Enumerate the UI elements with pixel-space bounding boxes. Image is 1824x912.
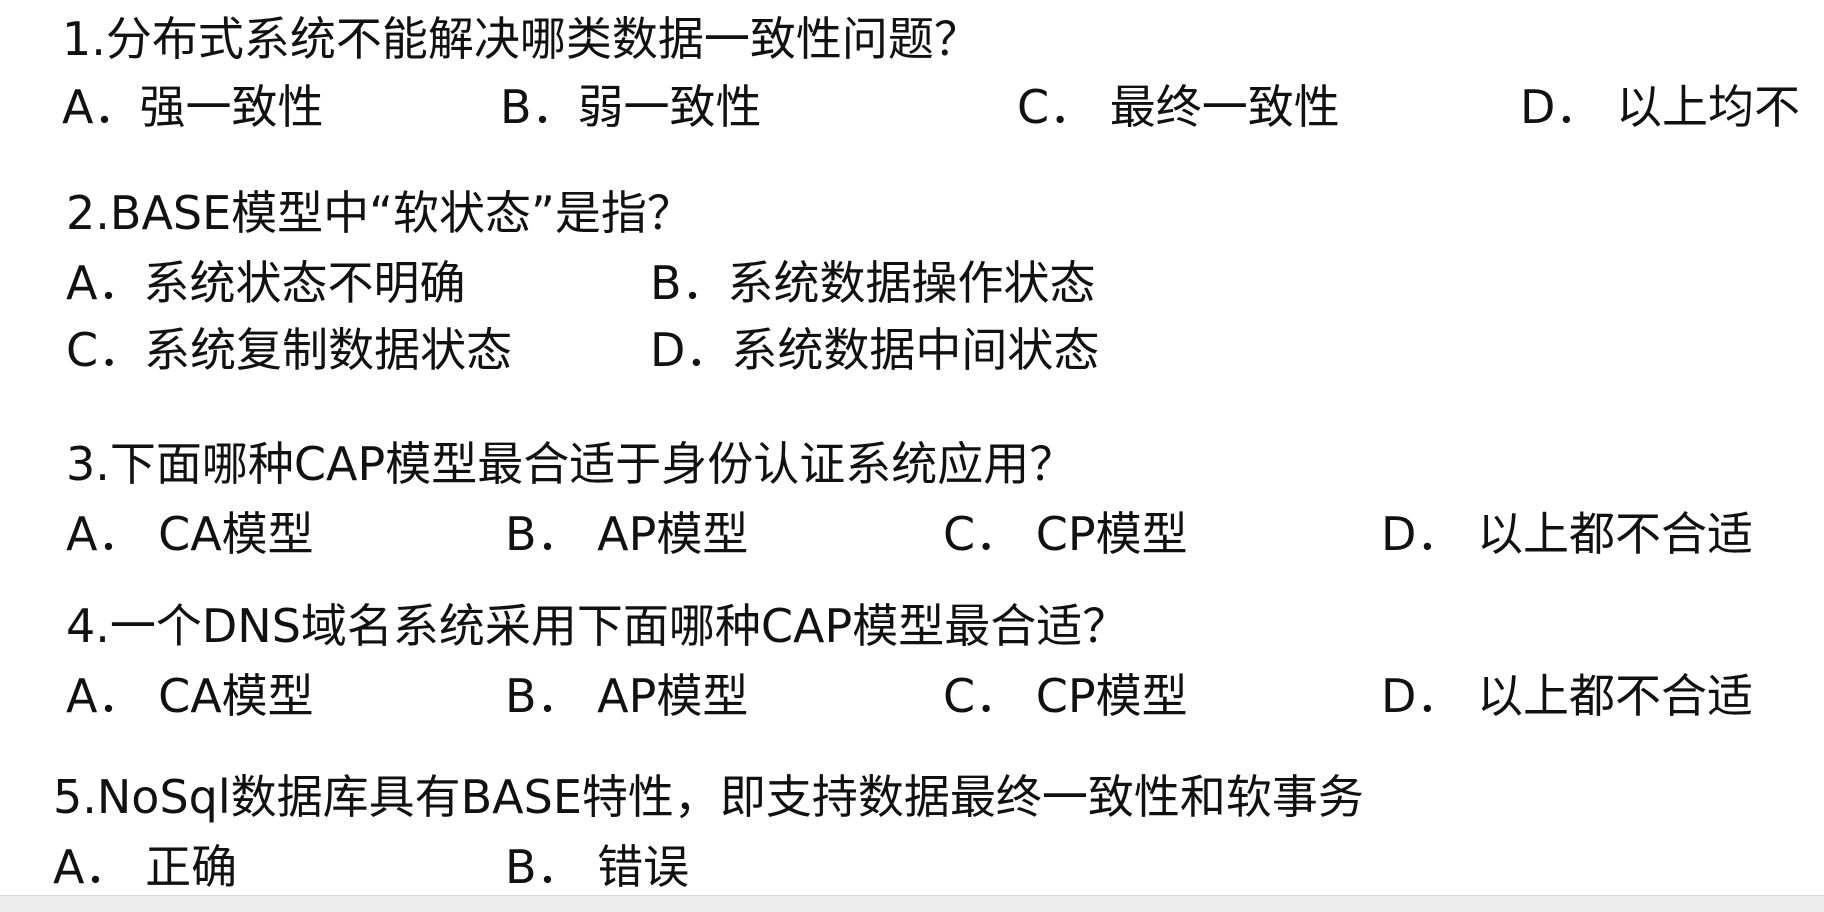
question-2-stem: 2.BASE模型中“软状态”是指？ <box>66 186 693 240</box>
question-1-option-b[interactable]: B．弱一致性 <box>500 84 762 130</box>
question-1-option-d[interactable]: D． 以上均不 <box>1520 84 1800 130</box>
question-4-stem: 4.一个DNS域名系统采用下面哪种CAP模型最合适？ <box>66 599 1129 653</box>
question-2-option-b[interactable]: B．系统数据操作状态 <box>650 260 1096 306</box>
question-3-option-a[interactable]: A． CA模型 <box>66 511 314 557</box>
question-2-option-a[interactable]: A．系统状态不明确 <box>66 260 465 306</box>
question-3-stem: 3.下面哪种CAP模型最合适于身份认证系统应用？ <box>66 437 1076 491</box>
question-4-option-b[interactable]: B． AP模型 <box>505 673 748 719</box>
question-4-option-a[interactable]: A． CA模型 <box>66 673 314 719</box>
question-3-option-b[interactable]: B． AP模型 <box>505 511 748 557</box>
question-4-option-d[interactable]: D． 以上都不合适 <box>1381 673 1753 719</box>
question-3-option-c[interactable]: C． CP模型 <box>943 511 1188 557</box>
question-2-option-d[interactable]: D．系统数据中间状态 <box>650 327 1099 373</box>
bottom-scroll-bar[interactable] <box>0 895 1824 912</box>
question-3-option-d[interactable]: D． 以上都不合适 <box>1381 511 1753 557</box>
question-5-option-b[interactable]: B． 错误 <box>505 844 689 890</box>
question-5-stem: 5.NoSql数据库具有BASE特性，即支持数据最终一致性和软事务 <box>53 770 1364 824</box>
question-2-option-c[interactable]: C．系统复制数据状态 <box>66 327 512 373</box>
question-1-option-c[interactable]: C． 最终一致性 <box>1017 84 1340 130</box>
quiz-page: 1.分布式系统不能解决哪类数据一致性问题？ A．强一致性 B．弱一致性 C． 最… <box>0 0 1824 895</box>
question-5-option-a[interactable]: A． 正确 <box>53 844 237 890</box>
question-4-option-c[interactable]: C． CP模型 <box>943 673 1188 719</box>
question-1-option-a[interactable]: A．强一致性 <box>62 84 323 130</box>
question-1-stem: 1.分布式系统不能解决哪类数据一致性问题？ <box>62 12 980 66</box>
